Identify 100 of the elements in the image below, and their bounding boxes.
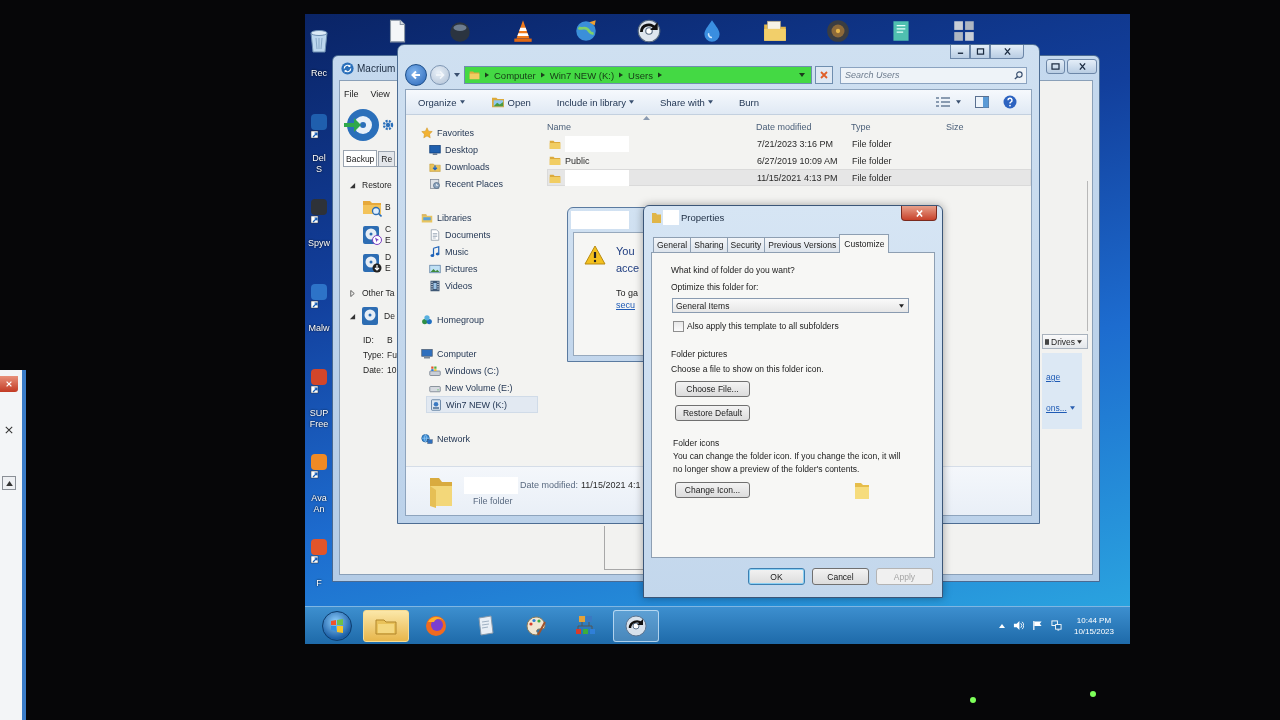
close-button[interactable]	[1067, 59, 1097, 74]
address-bar[interactable]: Computer Win7 NEW (K:) Users	[464, 66, 812, 84]
column-header[interactable]: Type	[851, 121, 946, 132]
tree-item[interactable]: Restore	[362, 180, 392, 190]
nav-item[interactable]: Desktop	[426, 141, 538, 158]
shortcut-icon[interactable]	[310, 538, 328, 564]
link[interactable]: ons...	[1046, 401, 1075, 415]
chevron-icon[interactable]	[540, 72, 545, 78]
disc-download-icon	[362, 253, 382, 273]
nav-item[interactable]: Documents	[426, 226, 538, 243]
shortcut-icon[interactable]	[310, 283, 328, 309]
tree-toggle-icon[interactable]	[349, 289, 356, 297]
nav-item[interactable]: Computer	[406, 345, 542, 362]
search-icon[interactable]	[1014, 70, 1023, 80]
preview-pane-icon[interactable]	[975, 96, 989, 108]
file-row[interactable]: Public 6/27/2019 10:09 AM File folder	[547, 152, 1031, 169]
tree-item[interactable]: De	[384, 311, 395, 321]
tab[interactable]: Re	[378, 151, 396, 166]
maximize-button[interactable]	[970, 45, 990, 59]
nav-item[interactable]: Windows (C:)	[426, 362, 538, 379]
stop-button[interactable]	[815, 66, 833, 84]
tab[interactable]: Backup	[343, 150, 378, 166]
speaker-icon[interactable]	[1012, 620, 1024, 631]
dialog-button[interactable]: Choose File...	[675, 381, 750, 397]
caret-icon[interactable]	[454, 73, 460, 77]
close-button[interactable]	[901, 206, 937, 221]
clock-time[interactable]: 10:44 PM	[1076, 614, 1112, 626]
dialog-button[interactable]: Restore Default	[675, 405, 750, 421]
settings-icon[interactable]	[382, 119, 394, 131]
breadcrumb[interactable]: Computer	[494, 69, 536, 81]
recycle-bin-icon[interactable]	[307, 28, 331, 54]
nav-item[interactable]: New Volume (E:)	[426, 379, 538, 396]
toolbar-button[interactable]: Share with	[654, 92, 719, 112]
dialog-button[interactable]: Cancel	[812, 568, 869, 585]
shortcut-icon[interactable]	[310, 113, 328, 139]
toolbar-button[interactable]: Organize	[412, 92, 471, 112]
shortcut-icon[interactable]	[310, 368, 328, 394]
folder-icon[interactable]	[762, 18, 788, 44]
back-button[interactable]	[405, 64, 427, 86]
breadcrumb[interactable]: Win7 NEW (K:)	[549, 69, 615, 81]
scroll-up-button[interactable]	[2, 476, 16, 490]
toolbar-button[interactable]: Open	[484, 92, 537, 112]
nav-item[interactable]: Win7 NEW (K:)	[426, 396, 538, 413]
menu-item[interactable]: File	[344, 89, 359, 99]
view-options-button[interactable]	[936, 97, 961, 107]
network-icon[interactable]	[1050, 620, 1062, 631]
tab[interactable]: Previous Versions	[764, 237, 841, 252]
column-header[interactable]: Date modified	[756, 121, 851, 132]
tree-item[interactable]: Other Ta	[362, 288, 395, 298]
nav-item[interactable]: Recent Places	[426, 175, 538, 192]
table-cell-text: 7/21/2023 3:16 PM	[757, 139, 835, 149]
toolbar-button[interactable]: Burn	[732, 92, 765, 112]
file-row[interactable]: 7/21/2023 3:16 PM File folder	[547, 135, 1031, 152]
caret-icon[interactable]	[799, 73, 805, 77]
start-button[interactable]	[322, 610, 352, 641]
tree-toggle-icon[interactable]	[349, 181, 356, 189]
nav-item[interactable]: Music	[426, 243, 538, 260]
nav-item[interactable]: Pictures	[426, 260, 538, 277]
chevron-icon[interactable]	[657, 72, 662, 78]
dialog-button[interactable]: Change Icon...	[675, 482, 750, 498]
nav-item[interactable]: Libraries	[406, 209, 542, 226]
close-button[interactable]	[0, 376, 18, 392]
maximize-button[interactable]	[1046, 59, 1065, 74]
tab[interactable]: Customize	[839, 234, 890, 253]
nav-item[interactable]: Network	[406, 430, 542, 447]
dialog-button[interactable]: OK	[748, 568, 805, 585]
nav-item[interactable]: Downloads	[426, 158, 538, 175]
caret-icon[interactable]	[998, 623, 1005, 628]
link[interactable]: secu	[616, 299, 635, 311]
dropdown[interactable]: General Items	[672, 298, 909, 313]
search-field[interactable]: Search Users	[840, 66, 1027, 84]
tab[interactable]: General	[653, 237, 692, 252]
shortcut-icon[interactable]	[310, 453, 328, 479]
grid-icon[interactable]	[951, 18, 977, 44]
breadcrumb[interactable]: Users	[628, 69, 653, 81]
caret-icon	[1077, 339, 1083, 344]
toolbar-button[interactable]: Include in library	[550, 92, 640, 112]
nav-item[interactable]: Videos	[426, 277, 538, 294]
nav-item[interactable]: Homegroup	[406, 311, 542, 328]
checkbox[interactable]	[673, 320, 684, 332]
help-icon[interactable]	[1003, 95, 1017, 109]
menu-item[interactable]: View	[370, 89, 390, 99]
file-row[interactable]: 11/15/2021 4:13 PM File folder	[547, 169, 1031, 186]
drives-dropdown[interactable]: Drives	[1042, 334, 1088, 349]
tab[interactable]: Sharing	[690, 237, 728, 252]
shortcut-icon[interactable]	[310, 198, 328, 224]
flag-icon[interactable]	[1031, 620, 1043, 631]
column-header[interactable]: Name	[547, 121, 756, 132]
close-icon[interactable]	[5, 426, 13, 434]
globe-icon[interactable]	[573, 18, 599, 44]
chevron-icon[interactable]	[485, 72, 489, 78]
clock-date[interactable]: 10/15/2023	[1073, 625, 1114, 637]
disc-icon[interactable]	[825, 18, 851, 44]
chevron-icon[interactable]	[619, 72, 624, 78]
link[interactable]: age	[1046, 370, 1061, 384]
section-text: You can change the folder icon. If you change the icon, it will no longer show a preview of the folder's contents.	[673, 450, 902, 476]
column-header[interactable]: Size	[946, 121, 1006, 132]
close-button[interactable]	[990, 45, 1024, 59]
nav-item[interactable]: Favorites	[406, 124, 542, 141]
tree-toggle-icon[interactable]	[349, 312, 356, 320]
